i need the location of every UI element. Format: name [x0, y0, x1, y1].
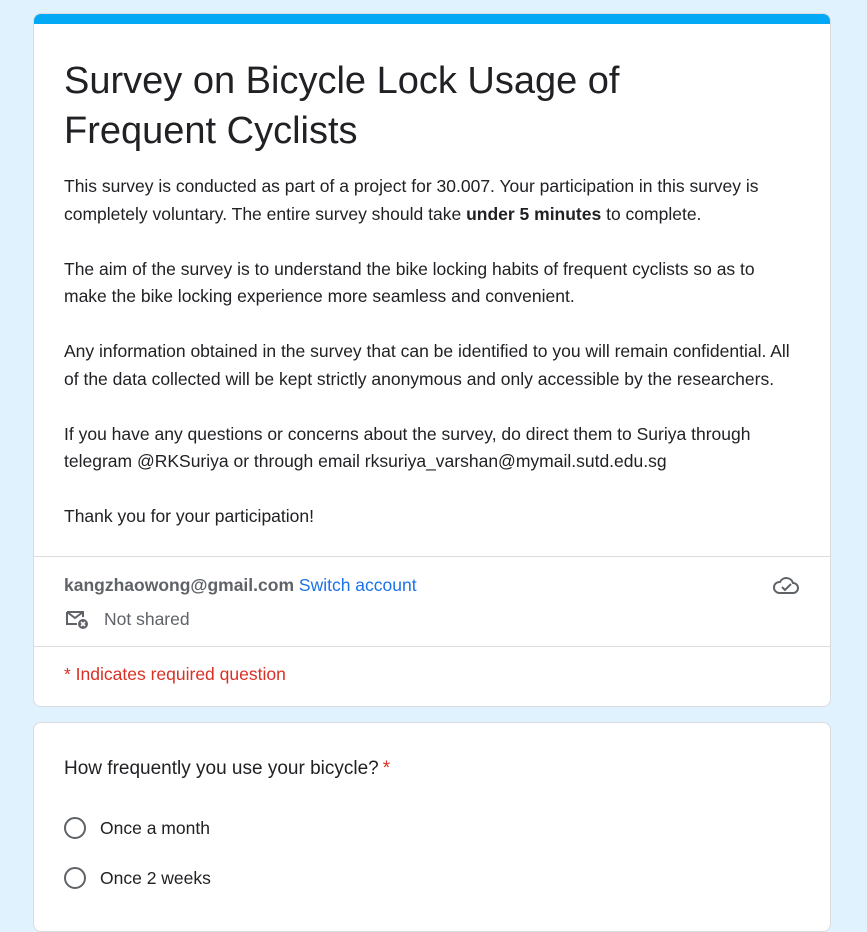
- form-title-line-2: Frequent Cyclists: [64, 110, 358, 152]
- account-email: kangzhaowong@gmail.com: [64, 575, 295, 595]
- description-paragraph-1: This survey is conducted as part of a pr…: [64, 173, 800, 228]
- description-paragraph-2: The aim of the survey is to understand t…: [64, 258, 755, 307]
- radio-option-label: Once a month: [100, 817, 210, 838]
- required-section: * Indicates required question: [34, 646, 830, 706]
- radio-option-label: Once 2 weeks: [100, 867, 211, 888]
- sharing-status: Not shared: [64, 607, 190, 631]
- form-title: Survey on Bicycle Lock Usage of Frequent…: [34, 24, 830, 156]
- question-card: How frequently you use your bicycle? * On…: [33, 722, 831, 932]
- description-paragraph-3: Any information obtained in the survey t…: [64, 341, 790, 389]
- description-bold-text: under 5 minutes: [466, 203, 602, 224]
- form-accent-bar: [34, 14, 830, 24]
- required-asterisk: *: [382, 758, 391, 779]
- account-line: kangzhaowong@gmail.com Switch account: [64, 574, 417, 596]
- mail-not-shared-icon: [64, 607, 90, 631]
- radio-option-once-2-weeks[interactable]: Once 2 weeks: [64, 867, 211, 889]
- form-title-line-1: Survey on Bicycle Lock Usage of: [64, 60, 620, 102]
- radio-button[interactable]: [64, 817, 86, 839]
- description-paragraph-4: If you have any questions or concerns ab…: [64, 423, 751, 472]
- switch-account-link[interactable]: Switch account: [299, 575, 417, 595]
- required-question-note: * Indicates required question: [64, 664, 286, 684]
- description-text: to complete.: [601, 203, 702, 224]
- form-header-card: Survey on Bicycle Lock Usage of Frequent…: [33, 13, 831, 707]
- account-section: kangzhaowong@gmail.com Switch account No…: [34, 556, 830, 647]
- sharing-status-text: Not shared: [104, 608, 190, 629]
- radio-option-once-a-month[interactable]: Once a month: [64, 817, 210, 839]
- question-text: How frequently you use your bicycle?: [64, 758, 379, 779]
- question-title: How frequently you use your bicycle? *: [64, 758, 390, 780]
- cloud-check-icon: [772, 574, 800, 598]
- radio-button[interactable]: [64, 867, 86, 889]
- form-description: This survey is conducted as part of a pr…: [34, 156, 830, 531]
- description-paragraph-5: Thank you for your participation!: [64, 506, 314, 526]
